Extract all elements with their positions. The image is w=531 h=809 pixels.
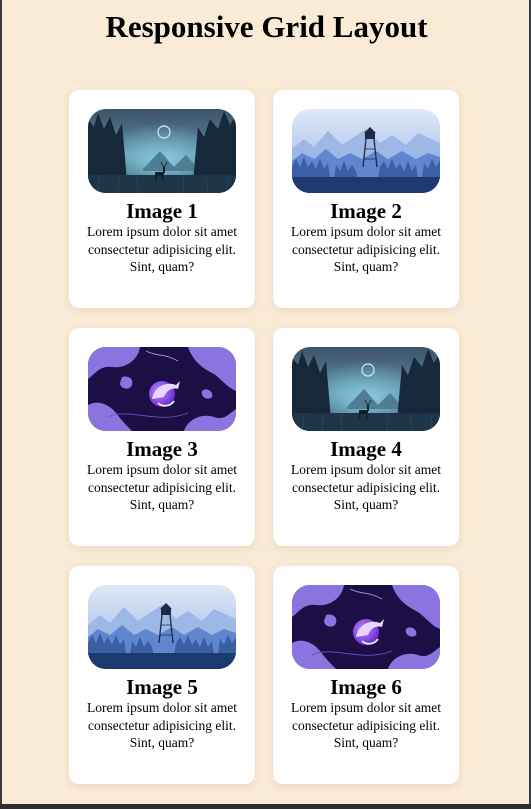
page-title: Responsive Grid Layout [105,9,428,44]
window-bottom-border [0,804,531,809]
card-grid: Image 1 Lorem ipsum dolor sit amet conse… [69,90,463,784]
card-text: Lorem ipsum dolor sit amet consectetur a… [87,224,237,274]
card-image-purple-fox [292,585,440,669]
card-title: Image 4 [330,437,402,461]
card-image-night-forest [292,347,440,431]
card-title: Image 5 [126,675,198,699]
card-text: Lorem ipsum dolor sit amet consectetur a… [291,700,441,750]
card: Image 1 Lorem ipsum dolor sit amet conse… [69,90,255,308]
browser-frame: Responsive Grid Layout Image 1 Lorem ips… [0,0,531,809]
card: Image 5 Lorem ipsum dolor sit amet conse… [69,566,255,784]
card-text: Lorem ipsum dolor sit amet consectetur a… [87,700,237,750]
card-text: Lorem ipsum dolor sit amet consectetur a… [291,224,441,274]
card-title: Image 6 [330,675,402,699]
card-image-watchtower [88,585,236,669]
card-title: Image 1 [126,199,198,223]
card-image-purple-fox [88,347,236,431]
card-text: Lorem ipsum dolor sit amet consectetur a… [291,462,441,512]
card: Image 6 Lorem ipsum dolor sit amet conse… [273,566,459,784]
card: Image 4 Lorem ipsum dolor sit amet conse… [273,328,459,546]
card-title: Image 3 [126,437,198,461]
page-viewport[interactable]: Responsive Grid Layout Image 1 Lorem ips… [2,0,529,804]
card: Image 2 Lorem ipsum dolor sit amet conse… [273,90,459,308]
card-image-watchtower [292,109,440,193]
card: Image 3 Lorem ipsum dolor sit amet conse… [69,328,255,546]
card-text: Lorem ipsum dolor sit amet consectetur a… [87,462,237,512]
card-title: Image 2 [330,199,402,223]
card-image-night-forest [88,109,236,193]
